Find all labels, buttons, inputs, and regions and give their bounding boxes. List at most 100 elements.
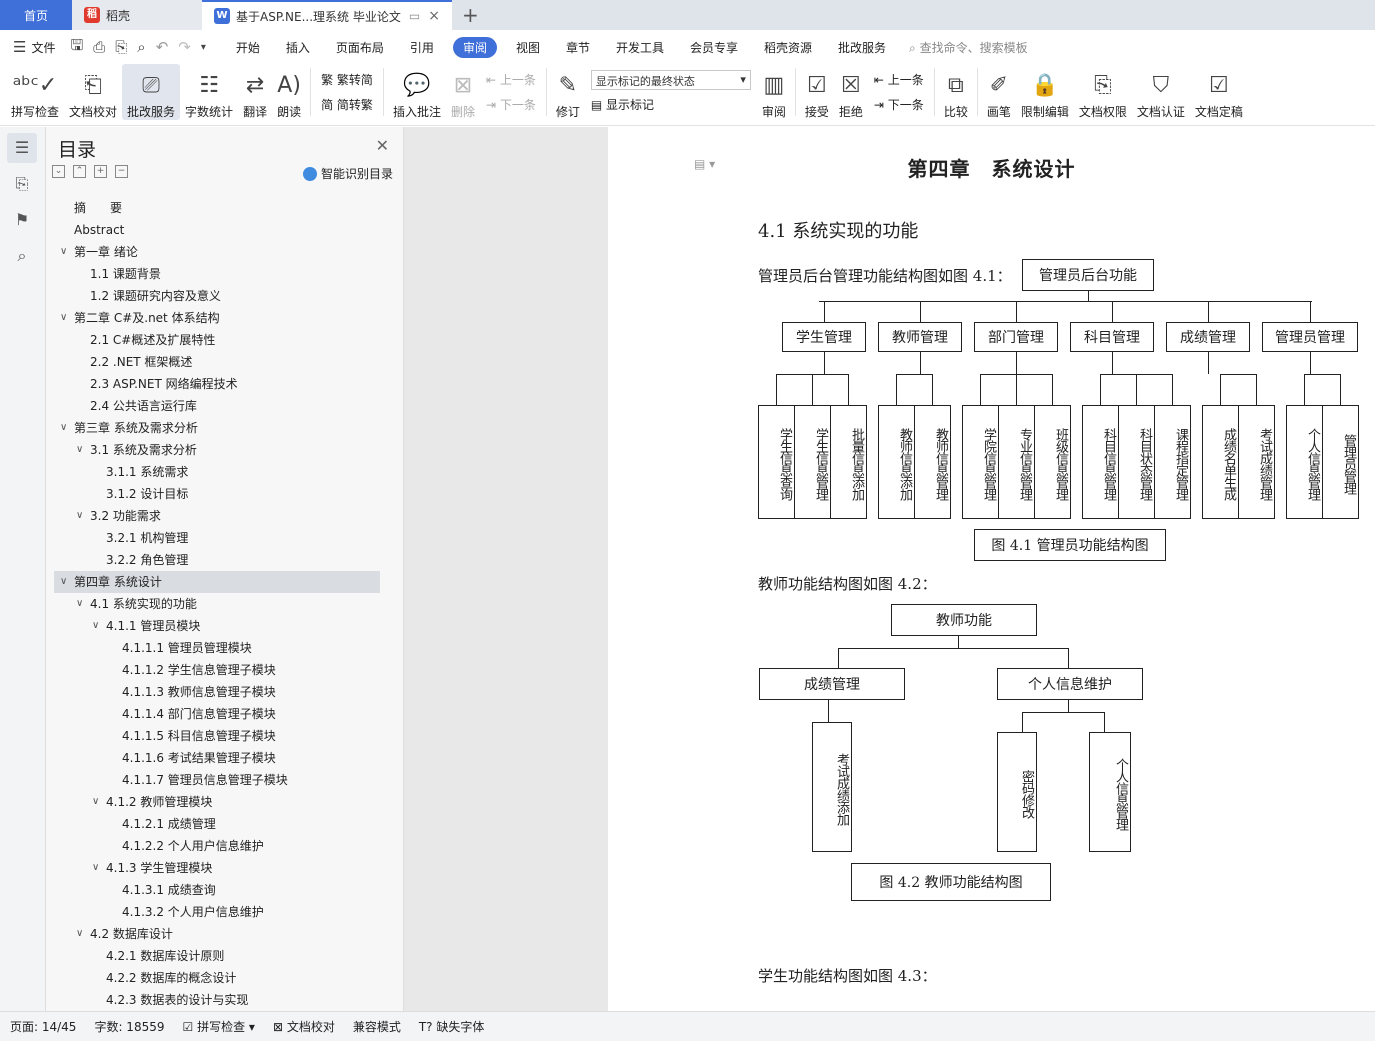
word-count-indicator[interactable]: 字数: 18559 xyxy=(94,1018,164,1035)
hamburger-icon[interactable]: ☰ xyxy=(8,38,31,56)
menu-docer-resources[interactable]: 稻壳资源 xyxy=(751,39,825,56)
menu-member[interactable]: 会员专享 xyxy=(677,39,751,56)
expand-all-icon[interactable]: ⌃ xyxy=(73,165,86,178)
expand-chevron-icon[interactable]: ∨ xyxy=(92,857,99,879)
tab-document[interactable]: W 基于ASP.NE...理系统 毕业论文 ▭ × xyxy=(202,0,452,30)
review-pane-button[interactable]: ▥ 审阅 xyxy=(757,64,791,120)
toc-item[interactable]: 摘 要 xyxy=(54,197,380,219)
expand-chevron-icon[interactable]: ∨ xyxy=(60,417,67,439)
pin-icon[interactable]: ▭ xyxy=(409,9,420,23)
trad-to-simp-button[interactable]: 繁 繁转简 xyxy=(321,71,373,88)
reject-button[interactable]: ☒ 拒绝 xyxy=(834,64,868,120)
toc-item[interactable]: 4.1.2.2 个人用户信息维护 xyxy=(54,835,380,857)
toc-item[interactable]: ∨ 4.2 数据库设计 xyxy=(54,923,380,945)
toc-item[interactable]: 2.4 公共语言运行库 xyxy=(54,395,380,417)
toc-item[interactable]: 4.1.1.2 学生信息管理子模块 xyxy=(54,659,380,681)
bookmark-icon[interactable]: ⚑ xyxy=(7,205,37,235)
expand-chevron-icon[interactable]: ∨ xyxy=(76,593,83,615)
chapter-nav-icon[interactable]: ⎘ xyxy=(7,169,37,199)
preview-icon[interactable]: ⌕ xyxy=(132,38,150,56)
toc-item[interactable]: 2.3 ASP.NET 网络编程技术 xyxy=(54,373,380,395)
toc-item[interactable]: 1.1 课题背景 xyxy=(54,263,380,285)
tab-docer[interactable]: 稻 稻壳 xyxy=(72,0,202,30)
insert-comment-button[interactable]: 💬 插入批注 xyxy=(388,64,446,120)
compare-button[interactable]: ⧉ 比较 xyxy=(939,64,973,120)
expand-chevron-icon[interactable]: ∨ xyxy=(92,615,99,637)
prev-revision-button[interactable]: ⇤ 上一条 xyxy=(874,71,924,88)
more-icon[interactable]: ▾ xyxy=(196,42,211,53)
accept-button[interactable]: ☑ 接受 xyxy=(800,64,834,120)
expand-chevron-icon[interactable]: ∨ xyxy=(92,791,99,813)
remove-heading-icon[interactable]: − xyxy=(115,165,128,178)
toc-item[interactable]: 4.2.3 数据表的设计与实现 xyxy=(54,989,380,1005)
toc-item[interactable]: 2.1 C#概述及扩展特性 xyxy=(54,329,380,351)
finalize-button[interactable]: ☑ 文档定稿 xyxy=(1190,64,1248,120)
tab-home[interactable]: 首页 xyxy=(0,0,72,30)
menu-start[interactable]: 开始 xyxy=(223,39,273,56)
spell-check-button[interactable]: ᵃᵇᶜ✓ 拼写检查 xyxy=(6,64,64,120)
menu-insert[interactable]: 插入 xyxy=(273,39,323,56)
undo-icon[interactable]: ↶ xyxy=(151,38,174,56)
toc-item[interactable]: 3.1.2 设计目标 xyxy=(54,483,380,505)
page-indicator[interactable]: 页面: 14/45 xyxy=(10,1018,76,1035)
spell-check-status[interactable]: ☑ 拼写检查 ▾ xyxy=(183,1018,255,1035)
toc-item[interactable]: 3.1.1 系统需求 xyxy=(54,461,380,483)
missing-font-status[interactable]: T? 缺失字体 xyxy=(419,1018,485,1035)
toc-item[interactable]: 4.1.2.1 成绩管理 xyxy=(54,813,380,835)
toc-item[interactable]: Abstract xyxy=(54,219,380,241)
new-tab-button[interactable]: + xyxy=(452,0,489,30)
toc-item[interactable]: 4.1.1.4 部门信息管理子模块 xyxy=(54,703,380,725)
toc-item[interactable]: ∨ 4.1.3 学生管理模块 xyxy=(54,857,380,879)
next-comment-button[interactable]: ⇥ 下一条 xyxy=(486,96,536,113)
save-icon[interactable]: 🖫 xyxy=(65,35,88,60)
command-search[interactable]: ⌕ 查找命令、搜索模板 xyxy=(909,39,1028,56)
collapse-all-icon[interactable]: ⌄ xyxy=(52,165,65,178)
toc-item[interactable]: ∨ 第一章 绪论 xyxy=(54,241,380,263)
toc-item[interactable]: 2.2 .NET 框架概述 xyxy=(54,351,380,373)
smart-toc-button[interactable]: 智能识别目录 xyxy=(302,165,393,182)
toc-item[interactable]: ∨ 第二章 C#及.net 体系结构 xyxy=(54,307,380,329)
read-aloud-button[interactable]: A) 朗读 xyxy=(272,64,306,120)
toc-item[interactable]: 4.1.1.7 管理员信息管理子模块 xyxy=(54,769,380,791)
toc-item[interactable]: 4.1.3.2 个人用户信息维护 xyxy=(54,901,380,923)
menu-view[interactable]: 视图 xyxy=(503,39,553,56)
expand-chevron-icon[interactable]: ∨ xyxy=(76,505,83,527)
redo-icon[interactable]: ↷ xyxy=(173,38,196,56)
find-icon[interactable]: ⌕ xyxy=(7,241,37,271)
toc-item[interactable]: 3.2.2 角色管理 xyxy=(54,549,380,571)
expand-chevron-icon[interactable]: ∨ xyxy=(60,307,67,329)
print-icon[interactable]: ⎘ xyxy=(110,38,132,56)
toc-item[interactable]: 4.1.3.1 成绩查询 xyxy=(54,879,380,901)
toc-item[interactable]: 4.2.1 数据库设计原则 xyxy=(54,945,380,967)
file-menu[interactable]: 文件 xyxy=(31,39,55,56)
expand-chevron-icon[interactable]: ∨ xyxy=(60,241,67,263)
delete-comment-button[interactable]: ⊠ 删除 xyxy=(446,64,480,120)
toc-item[interactable]: 3.2.1 机构管理 xyxy=(54,527,380,549)
toc-item[interactable]: 4.1.1.6 考试结果管理子模块 xyxy=(54,747,380,769)
show-markup-button[interactable]: ▤ 显示标记 xyxy=(591,96,751,113)
translate-button[interactable]: ⇄ 翻译 xyxy=(238,64,272,120)
simp-to-trad-button[interactable]: 简 简转繁 xyxy=(321,96,373,113)
toc-item[interactable]: ∨ 第四章 系统设计 xyxy=(54,571,380,593)
add-heading-icon[interactable]: + xyxy=(94,165,107,178)
export-pdf-icon[interactable]: ⎙ xyxy=(88,38,110,56)
close-icon[interactable]: ✕ xyxy=(376,136,389,155)
toc-item[interactable]: 4.2.2 数据库的概念设计 xyxy=(54,967,380,989)
review-service-button[interactable]: ⎚ 批改服务 xyxy=(122,64,181,120)
toc-item[interactable]: ∨ 3.1 系统及需求分析 xyxy=(54,439,380,461)
toc-item[interactable]: ∨ 4.1.2 教师管理模块 xyxy=(54,791,380,813)
expand-chevron-icon[interactable]: ∨ xyxy=(76,923,83,945)
doc-auth-button[interactable]: ⛉ 文档认证 xyxy=(1132,64,1190,120)
proofread-status[interactable]: ⊠ 文档校对 xyxy=(273,1018,335,1035)
next-revision-button[interactable]: ⇥ 下一条 xyxy=(874,96,924,113)
toc-item[interactable]: 4.1.1.5 科目信息管理子模块 xyxy=(54,725,380,747)
proofread-button[interactable]: ⎗ 文档校对 xyxy=(64,64,122,120)
toc-item[interactable]: ∨ 3.2 功能需求 xyxy=(54,505,380,527)
word-count-button[interactable]: ☷ 字数统计 xyxy=(180,64,238,120)
markup-state-select[interactable]: 显示标记的最终状态 ▾ xyxy=(590,70,751,90)
toc-item[interactable]: 4.1.1.3 教师信息管理子模块 xyxy=(54,681,380,703)
menu-reference[interactable]: 引用 xyxy=(397,39,447,56)
expand-chevron-icon[interactable]: ∨ xyxy=(60,571,67,593)
menu-review[interactable]: 审阅 xyxy=(452,36,497,58)
menu-layout[interactable]: 页面布局 xyxy=(323,39,397,56)
